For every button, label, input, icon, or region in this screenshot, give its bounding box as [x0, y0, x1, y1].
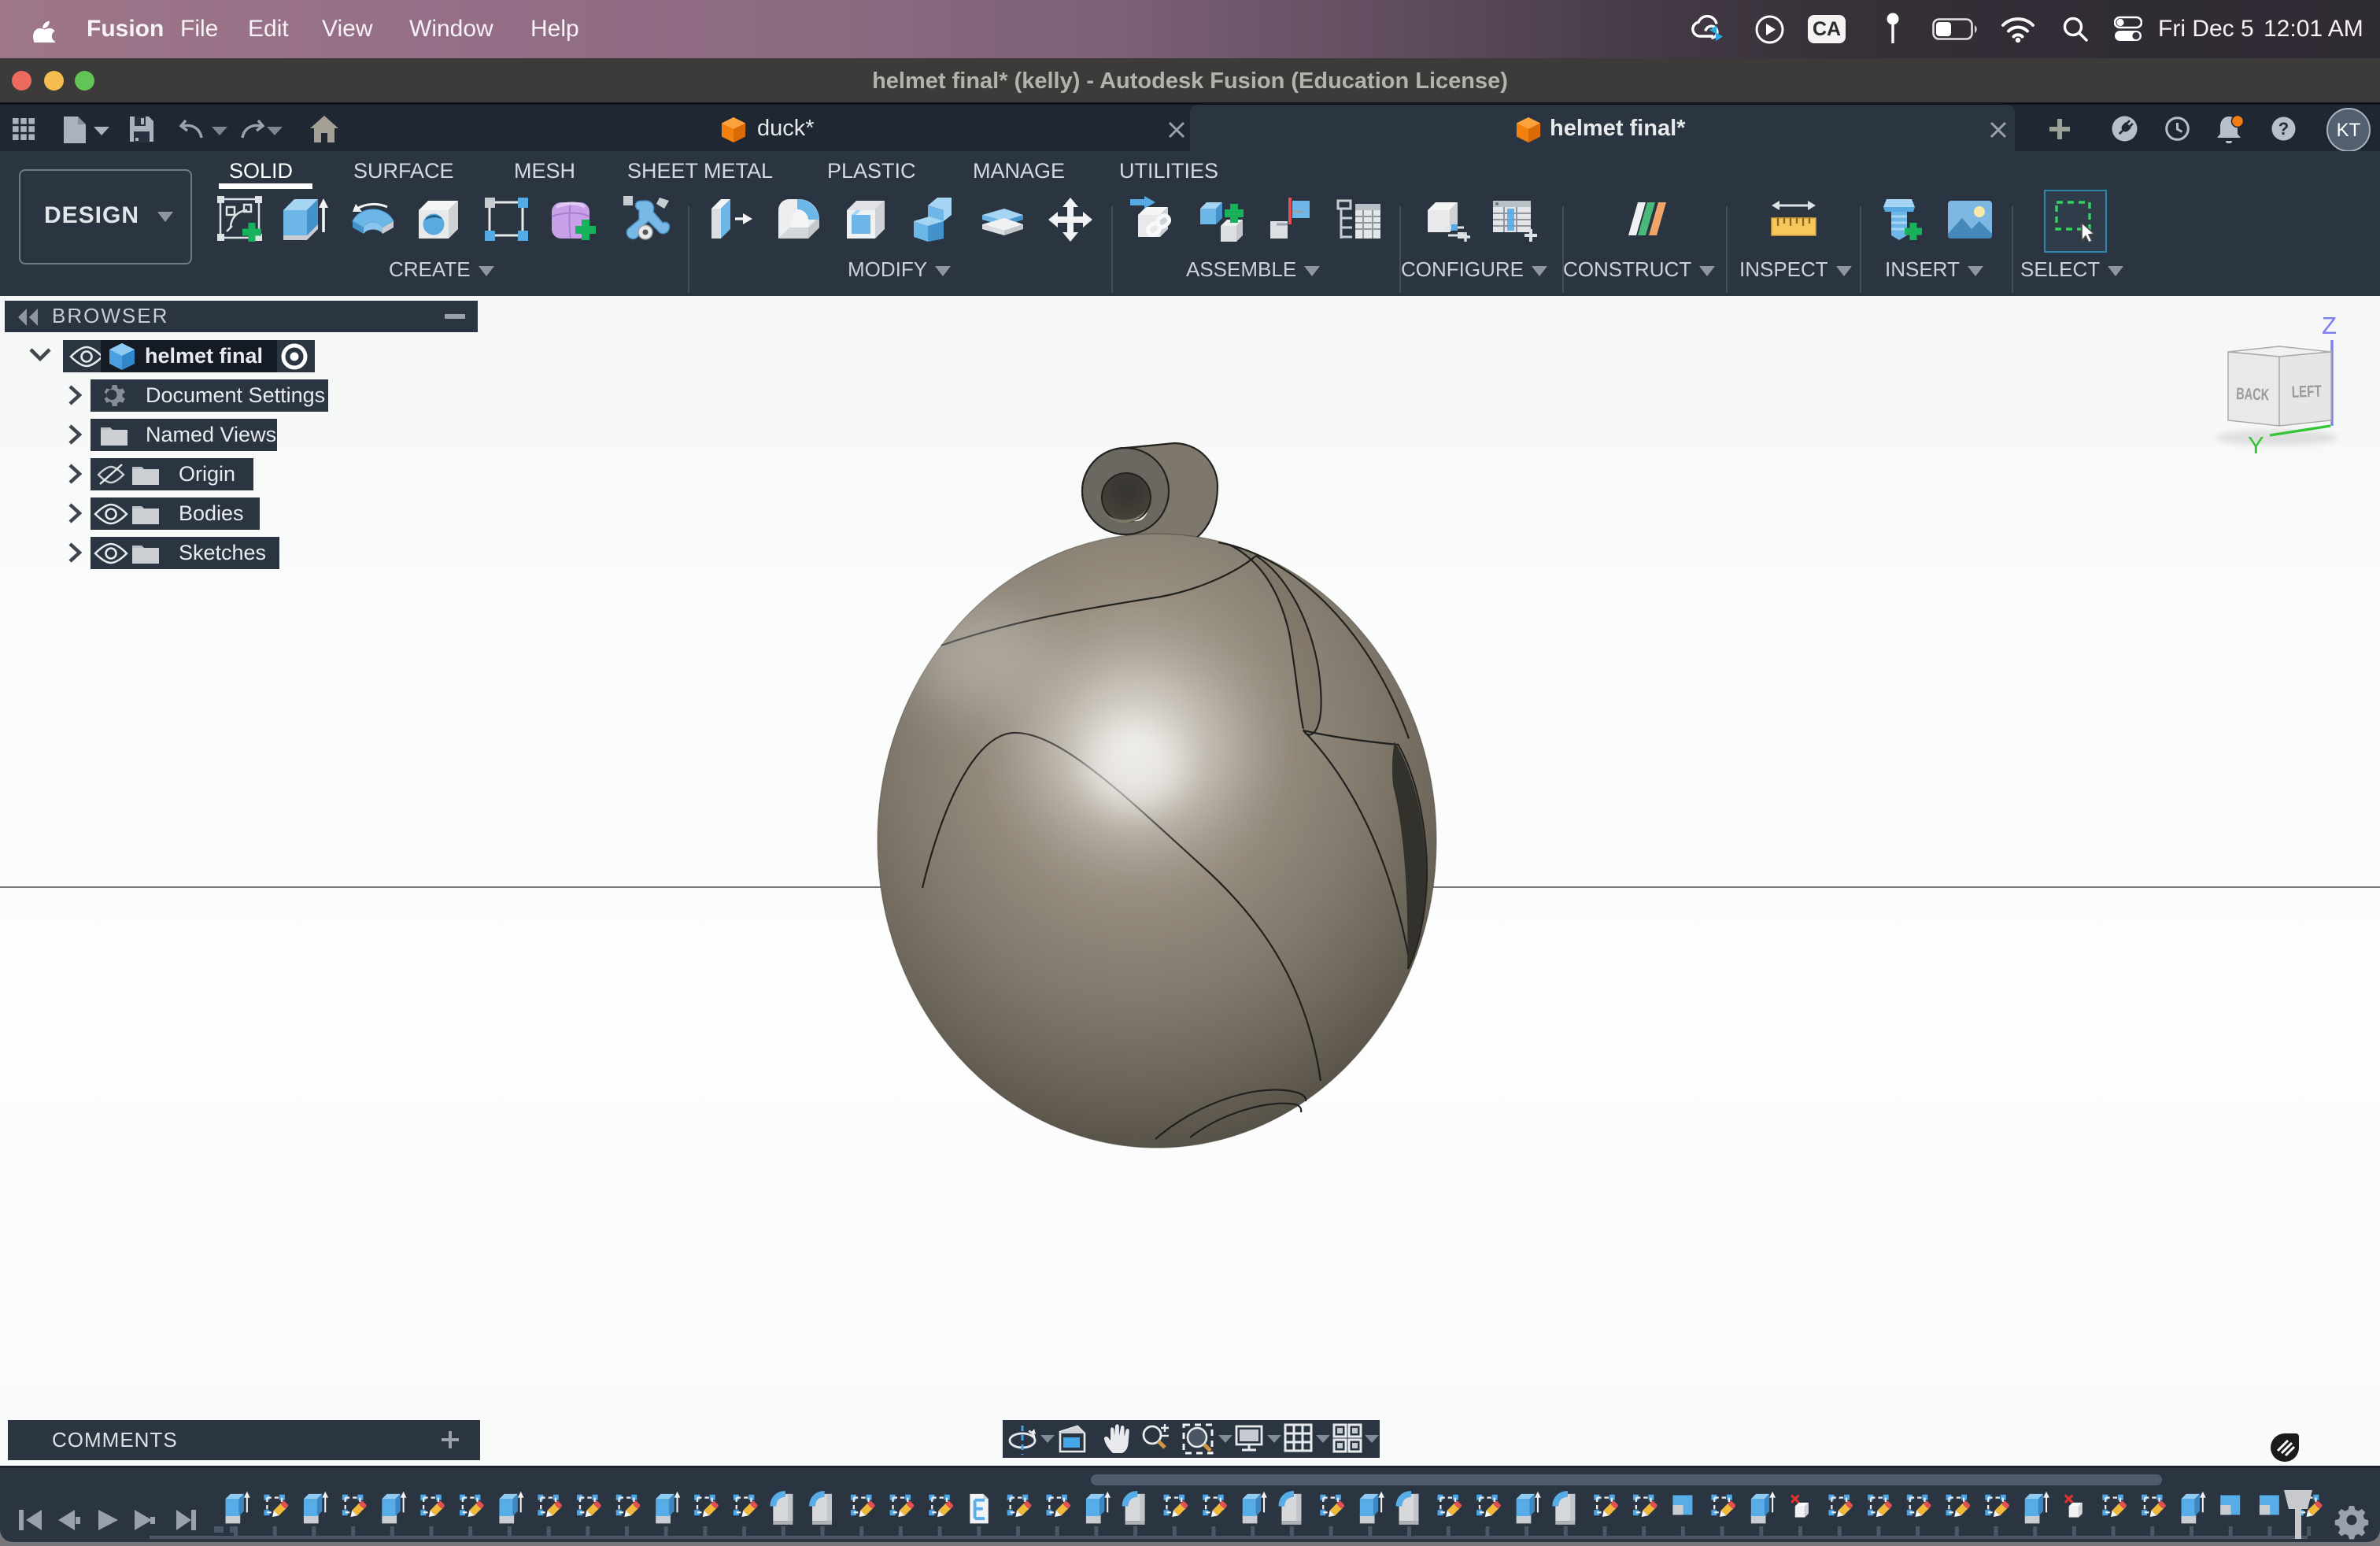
svg-text:?: ?	[2278, 119, 2289, 139]
svg-text:Z: Z	[2322, 312, 2337, 339]
svg-text:BACK: BACK	[2236, 385, 2270, 404]
svg-text:LEFT: LEFT	[2291, 383, 2322, 401]
svg-text:Y: Y	[2248, 431, 2264, 459]
